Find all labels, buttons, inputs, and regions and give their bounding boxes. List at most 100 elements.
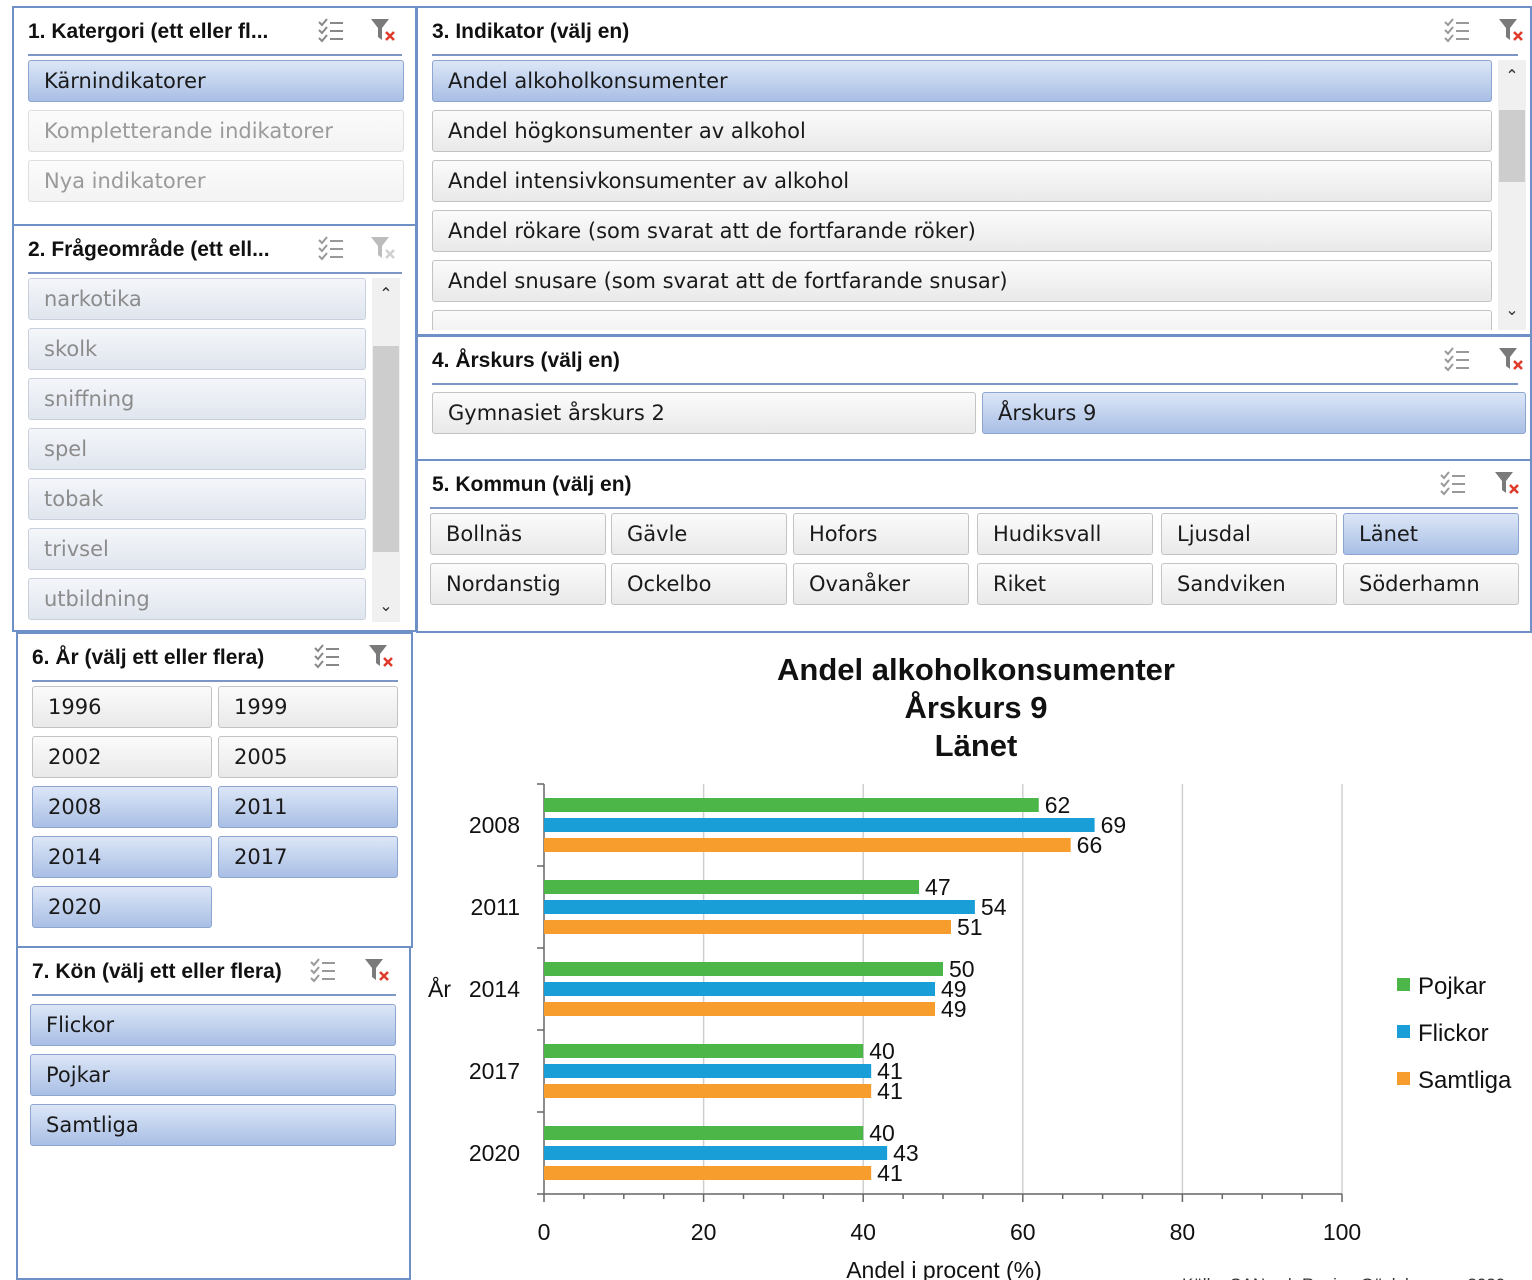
clear-filter-icon[interactable] xyxy=(368,234,398,262)
y-tick-label: 2017 xyxy=(469,1058,520,1084)
multi-select-icon[interactable] xyxy=(308,956,338,984)
bar-flickor-2008 xyxy=(544,818,1095,832)
kategori-item-1[interactable]: Kompletterande indikatorer xyxy=(28,110,404,152)
kommun-item-9[interactable]: Riket xyxy=(977,563,1153,605)
kommun-item-2[interactable]: Hofors xyxy=(793,513,969,555)
kommun-item-7[interactable]: Ockelbo xyxy=(611,563,787,605)
arskurs-item-0[interactable]: Gymnasiet årskurs 2 xyxy=(432,392,976,434)
clear-filter-icon[interactable] xyxy=(1496,16,1526,44)
ar-item-0[interactable]: 1996 xyxy=(32,686,212,728)
bar-samtliga-2011 xyxy=(544,920,951,934)
kommun-item-3[interactable]: Hudiksvall xyxy=(977,513,1153,555)
indikator-item-3[interactable]: Andel rökare (som svarat att de fortfara… xyxy=(432,210,1492,252)
data-label: 49 xyxy=(941,996,967,1022)
clear-filter-icon[interactable] xyxy=(1492,469,1522,497)
ar-item-7[interactable]: 2017 xyxy=(218,836,398,878)
frageomrade-item-3[interactable]: spel xyxy=(28,428,366,470)
kommun-item-0[interactable]: Bollnäs xyxy=(430,513,606,555)
scroll-down-icon[interactable]: ⌄ xyxy=(1498,300,1526,319)
ar-slicer: 6. År (välj ett eller flera) 1996 1999 2… xyxy=(16,632,413,948)
scroll-up-icon[interactable]: ⌃ xyxy=(372,284,400,303)
ar-item-2[interactable]: 2002 xyxy=(32,736,212,778)
kategori-item-2[interactable]: Nya indikatorer xyxy=(28,160,404,202)
ar-item-5[interactable]: 2011 xyxy=(218,786,398,828)
bar-chart: Andel alkoholkonsumenterÅrskurs 9Länet 0 2… xyxy=(428,652,1512,1280)
ar-item-3[interactable]: 2005 xyxy=(218,736,398,778)
kommun-item-6[interactable]: Nordanstig xyxy=(430,563,606,605)
indikator-list: Andel alkoholkonsumenter Andel högkonsum… xyxy=(418,58,1498,330)
clear-filter-icon[interactable] xyxy=(1496,345,1526,373)
kon-item-1[interactable]: Pojkar xyxy=(30,1054,396,1096)
bar-samtliga-2014 xyxy=(544,1002,936,1016)
ar-title: 6. År (välj ett eller flera) xyxy=(32,646,265,669)
kon-title: 7. Kön (välj ett eller flera) xyxy=(32,960,282,983)
y-axis-label: År xyxy=(428,975,451,1002)
kategori-item-0[interactable]: Kärnindikatorer xyxy=(28,60,404,102)
arskurs-item-1[interactable]: Årskurs 9 xyxy=(982,392,1526,434)
bar-samtliga-2020 xyxy=(544,1166,872,1180)
bar-flickor-2017 xyxy=(544,1064,872,1078)
indikator-scrollbar[interactable]: ⌃ ⌄ xyxy=(1498,60,1526,330)
x-tick-label: 100 xyxy=(1323,1219,1361,1245)
y-tick-label: 2011 xyxy=(471,894,520,920)
arskurs-slicer: 4. Årskurs (välj en) Gymnasiet årskurs 2… xyxy=(416,335,1532,461)
indikator-item-1[interactable]: Andel högkonsumenter av alkohol xyxy=(432,110,1492,152)
kommun-item-5[interactable]: Länet xyxy=(1343,513,1519,555)
source-note: Källa: CAN och Region Gävleborg, ... 202… xyxy=(1182,1275,1505,1280)
indikator-item-5-partial[interactable] xyxy=(432,310,1492,330)
multi-select-icon[interactable] xyxy=(1442,16,1472,44)
kon-item-2[interactable]: Samtliga xyxy=(30,1104,396,1146)
data-label: 69 xyxy=(1101,812,1127,838)
kon-item-0[interactable]: Flickor xyxy=(30,1004,396,1046)
frageomrade-title: 2. Frågeområde (ett ell... xyxy=(28,238,270,261)
frageomrade-item-6[interactable]: utbildning xyxy=(28,578,366,620)
indikator-item-4[interactable]: Andel snusare (som svarat att de fortfar… xyxy=(432,260,1492,302)
x-tick-label: 60 xyxy=(1010,1219,1036,1245)
indikator-item-2[interactable]: Andel intensivkonsumenter av alkohol xyxy=(432,160,1492,202)
clear-filter-icon[interactable] xyxy=(368,16,398,44)
frageomrade-item-5[interactable]: trivsel xyxy=(28,528,366,570)
kommun-item-11[interactable]: Söderhamn xyxy=(1343,563,1519,605)
legend-swatch-pojkar xyxy=(1397,978,1410,991)
x-tick-label: 80 xyxy=(1170,1219,1196,1245)
kon-slicer: 7. Kön (välj ett eller flera) Flickor Po… xyxy=(16,946,411,1280)
data-label: 51 xyxy=(957,914,983,940)
kommun-item-4[interactable]: Ljusdal xyxy=(1161,513,1337,555)
clear-filter-icon[interactable] xyxy=(366,642,396,670)
frageomrade-item-4[interactable]: tobak xyxy=(28,478,366,520)
multi-select-icon[interactable] xyxy=(316,234,346,262)
legend-label: Flickor xyxy=(1418,1020,1489,1047)
scroll-down-icon[interactable]: ⌄ xyxy=(372,596,400,615)
kommun-item-10[interactable]: Sandviken xyxy=(1161,563,1337,605)
frageomrade-scrollbar[interactable]: ⌃ ⌄ xyxy=(372,278,400,622)
data-label: 41 xyxy=(877,1078,903,1104)
multi-select-icon[interactable] xyxy=(316,16,346,44)
multi-select-icon[interactable] xyxy=(312,642,342,670)
multi-select-icon[interactable] xyxy=(1438,469,1468,497)
frageomrade-item-2[interactable]: sniffning xyxy=(28,378,366,420)
indikator-title: 3. Indikator (välj en) xyxy=(432,20,630,43)
ar-item-8[interactable]: 2020 xyxy=(32,886,212,928)
ar-item-1[interactable]: 1999 xyxy=(218,686,398,728)
multi-select-icon[interactable] xyxy=(1442,345,1472,373)
frageomrade-item-0[interactable]: narkotika xyxy=(28,278,366,320)
data-label: 40 xyxy=(869,1120,895,1146)
kommun-slicer: 5. Kommun (välj en) Bollnäs Gävle Hofors… xyxy=(416,459,1532,633)
data-label: 47 xyxy=(925,874,951,900)
indikator-slicer: 3. Indikator (välj en) Andel alkoholkons… xyxy=(416,6,1532,336)
kommun-item-8[interactable]: Ovanåker xyxy=(793,563,969,605)
ar-item-4[interactable]: 2008 xyxy=(32,786,212,828)
bar-pojkar-2017 xyxy=(544,1044,864,1058)
chart-title-line-2: Länet xyxy=(935,728,1018,763)
legend-label: Samtliga xyxy=(1418,1067,1512,1094)
ar-item-6[interactable]: 2014 xyxy=(32,836,212,878)
clear-filter-icon[interactable] xyxy=(362,956,392,984)
scroll-thumb[interactable] xyxy=(373,346,399,552)
legend-label: Pojkar xyxy=(1418,973,1486,1000)
y-tick-label: 2020 xyxy=(469,1140,520,1166)
kommun-item-1[interactable]: Gävle xyxy=(611,513,787,555)
indikator-item-0[interactable]: Andel alkoholkonsumenter xyxy=(432,60,1492,102)
scroll-up-icon[interactable]: ⌃ xyxy=(1498,66,1526,85)
frageomrade-item-1[interactable]: skolk xyxy=(28,328,366,370)
scroll-thumb[interactable] xyxy=(1499,110,1525,182)
